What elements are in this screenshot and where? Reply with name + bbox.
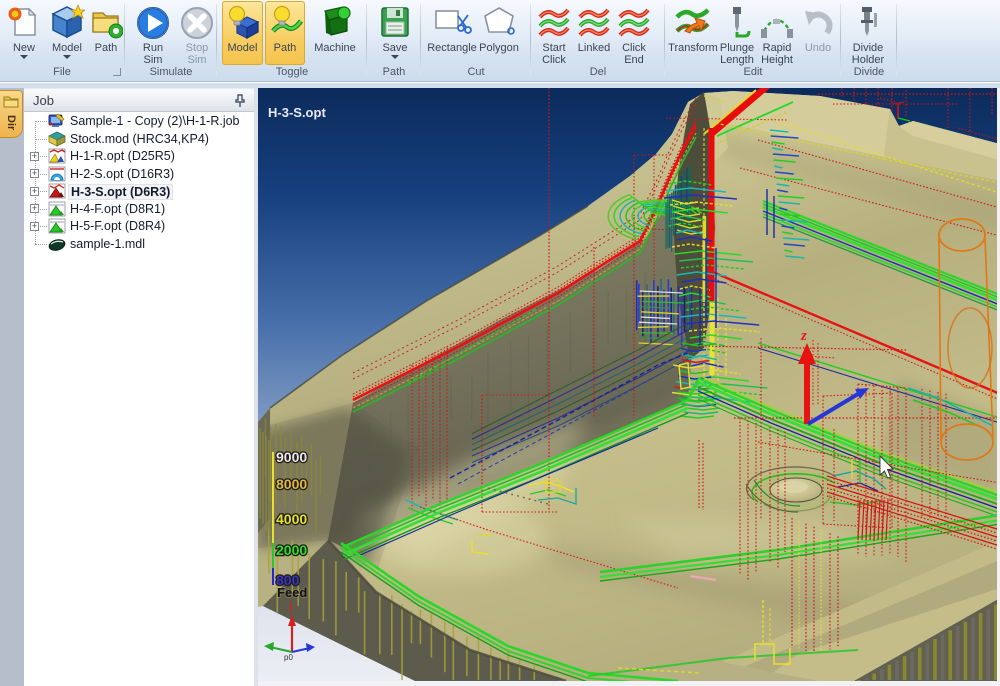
svg-text:4000: 4000 — [276, 511, 307, 527]
svg-text:8000: 8000 — [276, 476, 307, 492]
svg-text:2000: 2000 — [276, 542, 307, 558]
svg-text:9000: 9000 — [276, 449, 307, 465]
svg-text:z: z — [800, 328, 807, 344]
svg-text:H-3-S.opt: H-3-S.opt — [268, 105, 326, 120]
svg-text:Feed: Feed — [277, 585, 307, 600]
svg-text:p0: p0 — [284, 653, 293, 662]
